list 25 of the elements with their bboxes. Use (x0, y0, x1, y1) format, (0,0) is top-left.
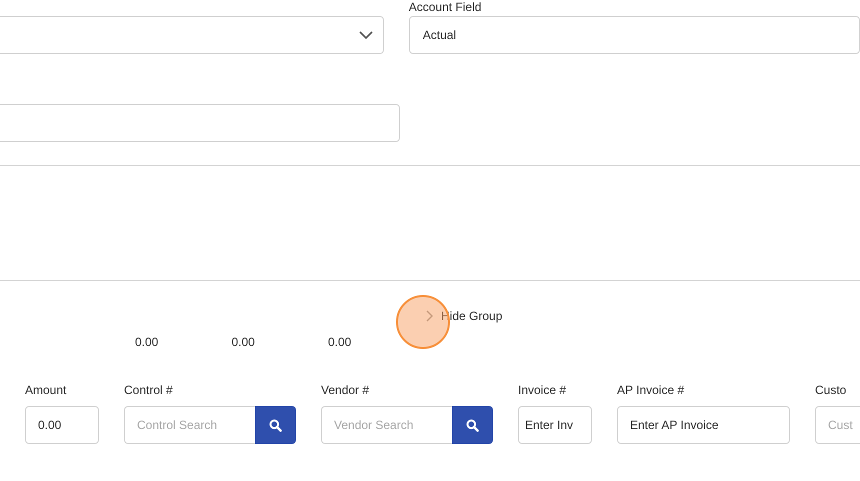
search-button[interactable] (255, 406, 296, 444)
total-value: 0.00 (328, 335, 352, 349)
input-field[interactable]: Enter Inv (518, 406, 592, 444)
field-label: Vendor # (321, 383, 370, 397)
dropdown-field[interactable] (0, 16, 384, 54)
total-value: 0.00 (135, 335, 160, 349)
search-button[interactable] (452, 406, 493, 444)
field-label: Control # (124, 383, 174, 397)
field-label: AP Invoice # (617, 383, 686, 397)
field-label: Account Field (408, 0, 482, 14)
input-field[interactable] (0, 104, 400, 142)
search-field[interactable]: Vendor Search (321, 406, 452, 444)
account-field[interactable]: Actual (408, 16, 860, 54)
input-field[interactable]: 0.00 (25, 406, 99, 444)
field-label: Custo (815, 383, 848, 397)
input-field[interactable]: Enter AP Invoice (617, 406, 790, 444)
search-icon (466, 418, 479, 432)
search-icon (269, 418, 282, 432)
input-field[interactable]: Cust (815, 406, 860, 444)
chevron-right-icon (426, 310, 433, 322)
chevron-down-icon (358, 31, 373, 39)
total-value: 0.00 (232, 335, 256, 349)
field-label: Invoice # (518, 383, 568, 397)
field-label: Amount (25, 383, 68, 397)
search-field[interactable]: Control Search (124, 406, 255, 444)
